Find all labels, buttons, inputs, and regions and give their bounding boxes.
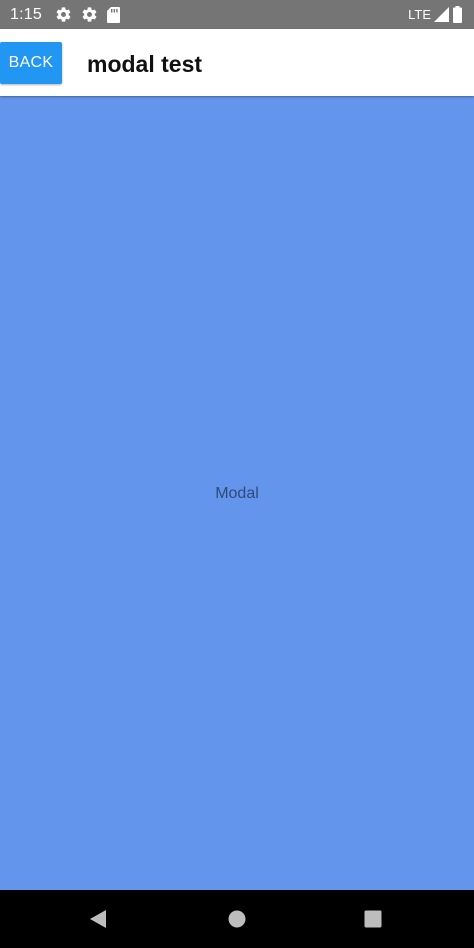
header: BACK modal test xyxy=(0,29,474,96)
settings-icon xyxy=(81,6,98,23)
status-right: LTE xyxy=(408,6,462,23)
recents-square-icon xyxy=(364,910,382,928)
network-type: LTE xyxy=(408,7,431,22)
back-triangle-icon xyxy=(90,910,106,928)
screen: 1:15 LTE BACK modal test Modal xyxy=(0,0,474,948)
settings-icon xyxy=(55,6,72,23)
sd-card-icon xyxy=(106,6,120,23)
page-title: modal test xyxy=(87,51,203,77)
home-circle-icon xyxy=(228,910,246,928)
nav-bar xyxy=(0,890,474,948)
nav-home-button[interactable] xyxy=(207,890,267,948)
signal-icon xyxy=(434,7,449,22)
battery-icon xyxy=(453,6,462,23)
status-time: 1:15 xyxy=(10,5,42,23)
back-button[interactable]: BACK xyxy=(0,42,62,84)
status-left: 1:15 xyxy=(10,6,129,24)
modal-text: Modal xyxy=(215,485,259,502)
modal: Modal xyxy=(0,96,474,890)
status-bar: 1:15 LTE xyxy=(0,0,474,29)
nav-back-button[interactable] xyxy=(69,890,129,948)
nav-recents-button[interactable] xyxy=(343,890,403,948)
